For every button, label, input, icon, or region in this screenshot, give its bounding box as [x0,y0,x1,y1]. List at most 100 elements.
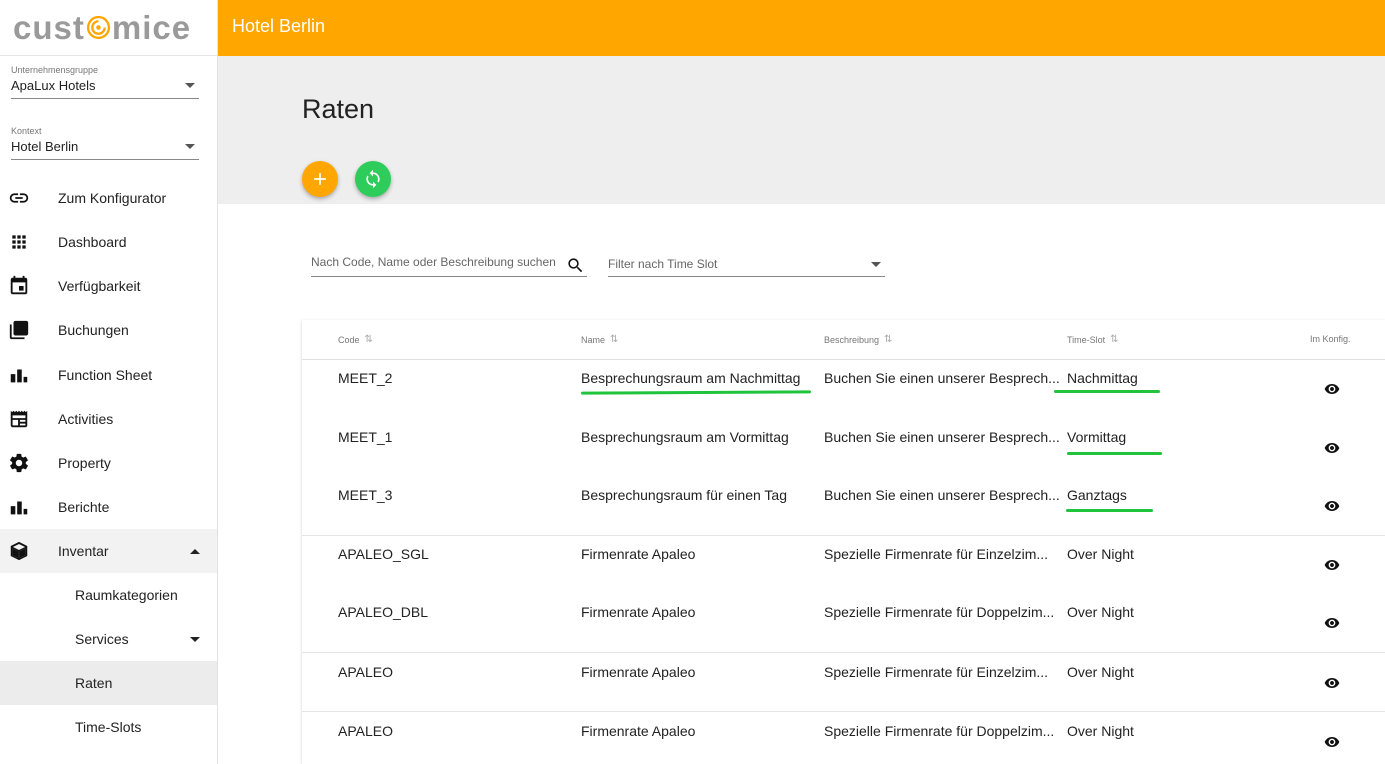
gear-icon [7,451,31,475]
cell-code: MEET_1 [338,429,393,445]
sort-icon: ⇅ [610,334,619,345]
context-select[interactable]: Kontext Hotel Berlin [11,126,199,160]
sidebar-item-label: Activities [58,411,114,427]
sidebar-item-function-sheet[interactable]: Function Sheet [0,353,217,397]
cell-name: Firmenrate Apaleo [581,664,696,680]
group-select-value: ApaLux Hotels [11,78,96,93]
sort-icon: ⇅ [1110,334,1119,345]
table-header: Code ⇅ Name ⇅ Beschreibung ⇅ Time-Slot ⇅ Im … [302,320,1385,360]
cell-code: MEET_3 [338,487,393,503]
cell-name: Firmenrate Apaleo [581,546,696,562]
logo-text-left: cust [13,8,85,46]
column-header-name[interactable]: Name ⇅ [581,334,618,345]
sidebar-item-activities[interactable]: Activities [0,397,217,441]
highlight-underline [1066,509,1153,512]
chevron-down-icon [185,83,195,88]
sidebar-item-time-slots[interactable]: Time-Slots [0,705,217,749]
sidebar-item-services[interactable]: Services [0,617,217,661]
table-row[interactable]: APALEO Firmenrate Apaleo Spezielle Firme… [302,652,1385,711]
search-field[interactable] [311,250,587,277]
add-button[interactable] [302,161,338,197]
group-select-label: Unternehmensgruppe [11,65,99,75]
logo-text-right: mice [111,8,192,46]
cell-code: APALEO_SGL [338,546,429,562]
plus-icon [314,173,326,185]
cell-description: Buchen Sie einen unserer Besprech... [824,370,1060,386]
table-row[interactable]: APALEO_DBL Firmenrate Apaleo Spezielle F… [302,594,1385,652]
cell-name: Besprechungsraum am Nachmittag [581,370,801,386]
column-header-label: Time-Slot [1067,334,1106,345]
cell-description: Spezielle Firmenrate für Doppelzim... [824,604,1055,620]
sidebar-item-raumkategorien[interactable]: Raumkategorien [0,573,217,617]
sidebar-item-label: Raumkategorien [75,587,178,603]
sidebar-item-label: Berichte [58,499,110,515]
sort-icon: ⇅ [364,334,373,345]
cell-time-slot: Ganztags [1067,487,1127,503]
sidebar-item-label: Inventar [58,543,109,559]
cell-time-slot: Vormittag [1067,429,1127,445]
cell-name: Firmenrate Apaleo [581,723,696,739]
cell-time-slot: Over Night [1067,604,1134,620]
column-header-time-slot[interactable]: Time-Slot ⇅ [1067,334,1119,345]
copy-icon [7,318,31,342]
cell-time-slot: Over Night [1067,723,1134,739]
sidebar-item-label: Buchungen [58,322,129,338]
cell-description: Spezielle Firmenrate für Doppelzim... [824,723,1055,739]
cell-time-slot: Nachmittag [1067,370,1138,386]
table-row[interactable]: MEET_2 Besprechungsraum am Nachmittag Bu… [302,360,1385,419]
sidebar-item-buchungen[interactable]: Buchungen [0,308,217,352]
cell-code: APALEO [338,664,393,680]
sidebar-item-dashboard[interactable]: Dashboard [0,220,217,264]
cell-name: Firmenrate Apaleo [581,604,696,620]
newspaper-icon [7,407,31,431]
context-select-value-wrap: Hotel Berlin [11,139,199,160]
table-row[interactable]: APALEO Firmenrate Apaleo Spezielle Firme… [302,711,1385,764]
logo[interactable]: cust mice [0,0,217,56]
eye-icon[interactable] [1324,440,1340,456]
cell-description: Spezielle Firmenrate für Einzelzim... [824,664,1049,680]
refresh-button[interactable] [355,161,391,197]
search-icon[interactable] [566,256,585,275]
sidebar-item-raten[interactable]: Raten [0,661,217,705]
eye-icon[interactable] [1324,557,1340,573]
timeslot-filter-placeholder: Filter nach Time Slot [608,257,718,271]
sidebar-item-property[interactable]: Property [0,441,217,485]
eye-icon[interactable] [1324,615,1340,631]
eye-icon[interactable] [1324,675,1340,691]
sidebar-item-label: Time-Slots [75,719,142,735]
calendar-icon [7,274,31,298]
cell-code: APALEO_DBL [338,604,429,620]
cell-code: APALEO [338,723,393,739]
sidebar-item-label: Services [75,631,129,647]
sidebar-item-label: Zum Konfigurator [58,190,167,206]
group-select[interactable]: Unternehmensgruppe ApaLux Hotels [11,65,199,99]
search-input[interactable] [311,250,561,274]
column-header-code[interactable]: Code ⇅ [338,334,373,345]
chevron-down-icon [190,636,200,642]
eye-icon[interactable] [1324,498,1340,514]
sidebar-item-label: Function Sheet [58,367,153,383]
fingerprint-icon [86,15,110,40]
sidebar-item-label: Property [58,455,111,471]
table-row[interactable]: APALEO_SGL Firmenrate Apaleo Spezielle F… [302,535,1385,594]
cell-description: Buchen Sie einen unserer Besprech... [824,487,1060,503]
sidebar-item-inventar[interactable]: Inventar [0,529,217,573]
column-header-label: Im Konfig. [1310,334,1351,344]
cube-icon [7,539,31,563]
timeslot-filter-select[interactable]: Filter nach Time Slot [608,251,885,277]
table-row[interactable]: MEET_1 Besprechungsraum am Vormittag Buc… [302,419,1385,476]
sidebar-item-verfuegbarkeit[interactable]: Verfügbarkeit [0,264,217,308]
cell-name: Besprechungsraum am Vormittag [581,429,789,445]
highlight-underline [1067,452,1162,455]
page-title: Raten [302,94,375,124]
column-header-beschreibung[interactable]: Beschreibung ⇅ [824,334,892,345]
group-select-value-wrap: ApaLux Hotels [11,78,199,99]
sidebar-item-konfigurator[interactable]: Zum Konfigurator [0,176,217,220]
eye-icon[interactable] [1324,734,1340,750]
eye-icon[interactable] [1324,381,1340,397]
table-row[interactable]: MEET_3 Besprechungsraum für einen Tag Bu… [302,476,1385,535]
column-header-label: Beschreibung [824,334,880,345]
grid-icon [7,230,31,254]
sidebar-item-berichte[interactable]: Berichte [0,485,217,529]
column-header-im-konfig: Im Konfig. [1310,334,1351,344]
